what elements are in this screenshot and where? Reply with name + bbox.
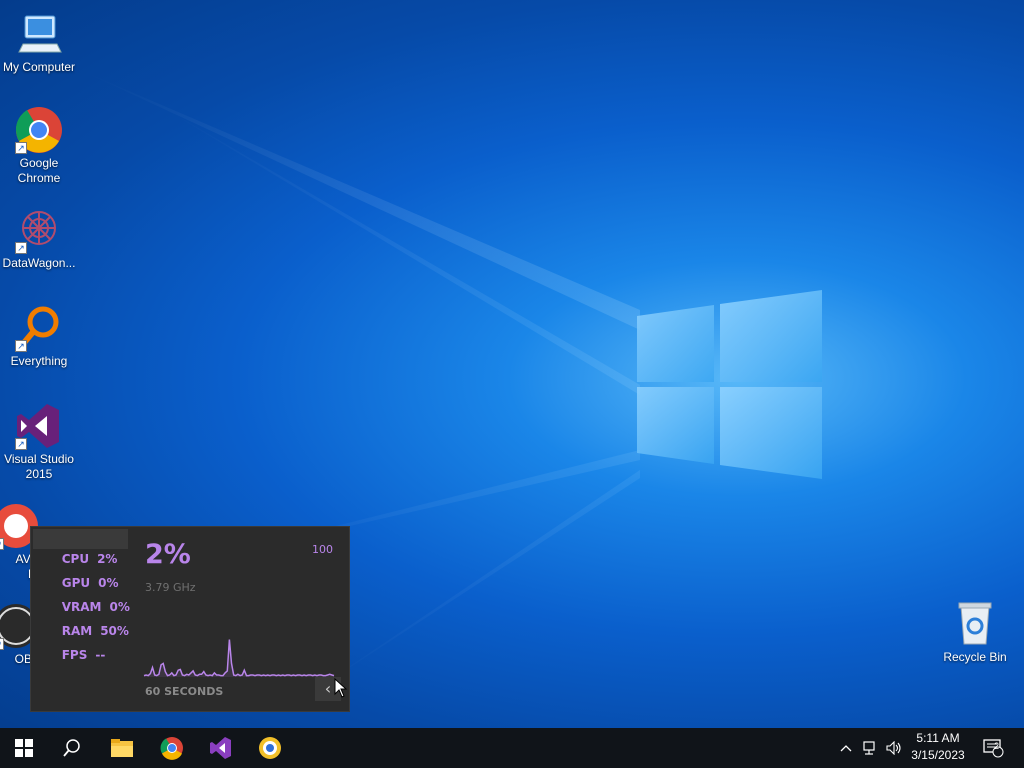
recycle-bin-icon: [951, 600, 999, 648]
windows-logo-icon: [15, 739, 33, 757]
desktop-icon-label: Everything: [10, 354, 68, 368]
usage-line: [143, 639, 335, 677]
shortcut-arrow-icon: ↗: [0, 538, 4, 550]
taskbar-visual-studio[interactable]: [197, 728, 245, 768]
chevron-left-icon: ‹: [324, 679, 332, 698]
metric-fps[interactable]: FPS --: [33, 625, 128, 662]
performance-overlay: CPU 2% GPU 0% VRAM 0% RAM 50% FPS -- 2% 100 3…: [30, 526, 350, 712]
cpu-frequency: 3.79 GHz: [145, 581, 196, 594]
shortcut-arrow-icon: ↗: [0, 638, 4, 650]
search-button[interactable]: [48, 728, 96, 768]
clock[interactable]: 5:11 AM 3/15/2023: [902, 730, 974, 766]
desktop-icon-label: Recycle Bin: [943, 650, 1007, 664]
desktop-icon-visual-studio[interactable]: ↗ Visual Studio 2015: [0, 402, 78, 482]
computer-icon: [15, 10, 63, 58]
time-span-label: 60 SECONDS: [145, 685, 224, 698]
taskbar: 5:11 AM 3/15/2023 2: [0, 728, 1024, 768]
shortcut-arrow-icon: ↗: [15, 340, 27, 352]
taskbar-avg-browser[interactable]: [246, 728, 294, 768]
visual-studio-icon: ↗: [15, 402, 63, 450]
network-icon: [863, 741, 875, 755]
current-usage-value: 2%: [145, 539, 191, 570]
desktop-icon-label: Google Chrome: [17, 156, 61, 185]
taskbar-file-explorer[interactable]: [98, 728, 146, 768]
shortcut-arrow-icon: ↗: [15, 242, 27, 254]
action-center-button[interactable]: 2: [978, 728, 1008, 768]
volume-icon: [886, 741, 901, 755]
desktop-icon-everything[interactable]: ↗ Everything: [0, 304, 78, 369]
network-button[interactable]: [860, 728, 882, 768]
metric-ram[interactable]: RAM 50%: [33, 601, 129, 638]
metric-name: FPS: [61, 648, 88, 662]
desktop-icon-label: Visual Studio 2015: [4, 452, 74, 481]
clock-date: 3/15/2023: [911, 748, 965, 762]
metric-value: --: [95, 648, 106, 662]
desktop-icon-my-computer[interactable]: My Computer: [0, 10, 78, 75]
avg-browser-icon: [259, 737, 281, 759]
metric-gpu[interactable]: GPU 0%: [33, 553, 128, 590]
volume-button[interactable]: [884, 728, 904, 768]
chevron-up-icon: [840, 745, 852, 752]
notification-count-badge: 2: [994, 741, 1000, 751]
desktop-icon-label: DataWagon...: [2, 256, 76, 270]
start-button[interactable]: [0, 728, 48, 768]
shortcut-arrow-icon: ↗: [15, 142, 27, 154]
usage-history-graph: [143, 639, 335, 677]
magnifier-icon: ↗: [15, 304, 63, 352]
metric-vram[interactable]: VRAM 0%: [33, 577, 130, 614]
desktop-icon-recycle-bin[interactable]: Recycle Bin: [936, 600, 1014, 665]
metric-cpu[interactable]: CPU 2%: [33, 529, 128, 566]
datawagon-icon: ↗: [15, 206, 63, 254]
desktop-icon-datawagon[interactable]: ↗ DataWagon...: [0, 206, 78, 271]
usage-area: [144, 639, 334, 677]
show-hidden-icons-button[interactable]: [836, 728, 856, 768]
search-icon: [63, 739, 80, 757]
chrome-icon: ↗: [15, 106, 63, 154]
file-explorer-icon: [111, 739, 133, 757]
scale-max-label: 100: [312, 543, 333, 556]
desktop-icon-google-chrome[interactable]: ↗ Google Chrome: [0, 106, 78, 186]
clock-time: 5:11 AM: [916, 731, 960, 745]
visual-studio-icon: [210, 737, 231, 759]
chrome-icon: [160, 737, 183, 760]
notification-icon: [983, 739, 1004, 758]
shortcut-arrow-icon: ↗: [15, 438, 27, 450]
windows-logo-graphic: [637, 290, 822, 479]
mouse-cursor-icon: [334, 678, 348, 698]
taskbar-chrome[interactable]: [148, 728, 196, 768]
desktop-icon-label: My Computer: [2, 60, 76, 74]
